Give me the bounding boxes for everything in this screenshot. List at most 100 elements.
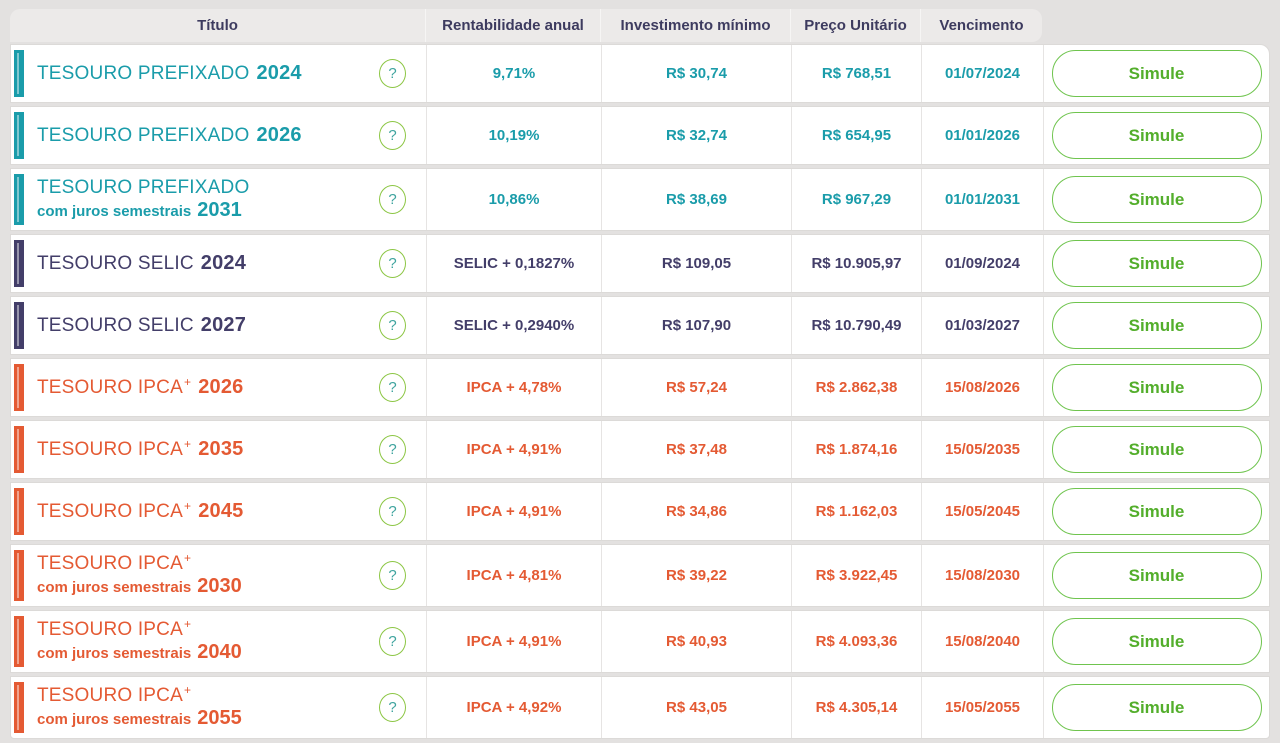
- bond-name: TESOURO PREFIXADO: [37, 124, 250, 146]
- simule-button[interactable]: Simule: [1051, 426, 1262, 473]
- maturity-date: 01/07/2024: [921, 45, 1043, 102]
- bond-title: TESOURO PREFIXADO 2024: [37, 62, 379, 86]
- help-icon[interactable]: ?: [379, 249, 406, 278]
- bond-title: TESOURO IPCA+ com juros semestrais 2055: [37, 682, 379, 731]
- bond-year: 2024: [256, 61, 302, 84]
- help-icon[interactable]: ?: [379, 185, 406, 214]
- simule-button[interactable]: Simule: [1051, 50, 1262, 97]
- help-icon[interactable]: ?: [379, 693, 406, 722]
- bond-title: TESOURO IPCA+ com juros semestrais 2040: [37, 616, 379, 665]
- maturity-date: 15/05/2055: [921, 677, 1043, 738]
- bond-name: TESOURO IPCA: [37, 500, 183, 522]
- maturity-date: 15/05/2035: [921, 421, 1043, 478]
- simule-button[interactable]: Simule: [1051, 552, 1262, 599]
- help-icon[interactable]: ?: [379, 435, 406, 464]
- maturity-date: 15/08/2030: [921, 545, 1043, 606]
- table-row: TESOURO SELIC 2027 ? SELIC + 0,2940% R$ 1…: [10, 296, 1270, 355]
- min-investment-value: R$ 32,74: [601, 107, 791, 164]
- column-header-titulo: Título: [197, 17, 238, 34]
- bond-table: Título Rentabilidade anual Investimento …: [10, 9, 1270, 739]
- bond-year: 2026: [256, 123, 302, 146]
- column-header-preco: Preço Unitário: [790, 9, 920, 42]
- min-investment-value: R$ 109,05: [601, 235, 791, 292]
- simule-button[interactable]: Simule: [1051, 618, 1262, 665]
- min-investment-value: R$ 34,86: [601, 483, 791, 540]
- bond-name: TESOURO SELIC: [37, 252, 194, 274]
- unit-price-value: R$ 10.905,97: [791, 235, 921, 292]
- bond-title: TESOURO IPCA+ 2045: [37, 498, 379, 524]
- bond-year: 2035: [198, 437, 244, 460]
- bond-plus-superscript: +: [183, 616, 192, 631]
- bond-title-cell: TESOURO SELIC 2027 ?: [11, 297, 426, 354]
- min-investment-value: R$ 38,69: [601, 169, 791, 230]
- unit-price-value: R$ 768,51: [791, 45, 921, 102]
- simule-button[interactable]: Simule: [1051, 240, 1262, 287]
- bond-year: 2027: [200, 313, 247, 336]
- simule-cell: Simule: [1043, 169, 1269, 230]
- help-icon[interactable]: ?: [379, 627, 406, 656]
- annual-rate-value: IPCA + 4,92%: [426, 677, 601, 738]
- simule-button[interactable]: Simule: [1051, 112, 1262, 159]
- annual-rate-value: IPCA + 4,91%: [426, 421, 601, 478]
- annual-rate-value: IPCA + 4,91%: [426, 483, 601, 540]
- bond-subtitle: com juros semestrais: [37, 711, 192, 729]
- min-investment-value: R$ 40,93: [601, 611, 791, 672]
- simule-button[interactable]: Simule: [1051, 684, 1262, 731]
- help-icon[interactable]: ?: [379, 121, 406, 150]
- simule-cell: Simule: [1043, 545, 1269, 606]
- bond-title-cell: TESOURO SELIC 2024 ?: [11, 235, 426, 292]
- annual-rate-value: IPCA + 4,78%: [426, 359, 601, 416]
- maturity-date: 01/01/2031: [921, 169, 1043, 230]
- simule-button[interactable]: Simule: [1051, 176, 1262, 223]
- bond-color-bar: [14, 112, 24, 159]
- bond-color-bar: [14, 550, 24, 601]
- simule-cell: Simule: [1043, 297, 1269, 354]
- bond-title: TESOURO IPCA+ 2026: [37, 374, 379, 400]
- simule-button[interactable]: Simule: [1051, 302, 1262, 349]
- bond-title: TESOURO IPCA+ com juros semestrais 2030: [37, 551, 379, 599]
- bond-title: TESOURO PREFIXADO com juros semestrais 20…: [37, 177, 379, 223]
- bond-name: TESOURO IPCA: [37, 438, 183, 460]
- simule-button[interactable]: Simule: [1051, 488, 1262, 535]
- bond-color-bar: [14, 302, 24, 349]
- bond-title: TESOURO IPCA+ 2035: [37, 437, 379, 462]
- help-icon[interactable]: ?: [379, 311, 406, 340]
- annual-rate-value: 10,86%: [426, 169, 601, 230]
- help-icon[interactable]: ?: [379, 561, 406, 590]
- bond-name: TESOURO PREFIXADO: [37, 176, 250, 198]
- bond-plus-superscript: +: [183, 374, 192, 389]
- simule-cell: Simule: [1043, 421, 1269, 478]
- unit-price-value: R$ 4.305,14: [791, 677, 921, 738]
- maturity-date: 01/01/2026: [921, 107, 1043, 164]
- bond-plus-superscript: +: [183, 682, 192, 697]
- annual-rate-value: 10,19%: [426, 107, 601, 164]
- min-investment-value: R$ 43,05: [601, 677, 791, 738]
- annual-rate-value: IPCA + 4,81%: [426, 545, 601, 606]
- table-row: TESOURO IPCA+ 2035 ? IPCA + 4,91% R$ 37,4…: [10, 420, 1270, 479]
- bond-title-cell: TESOURO IPCA+ 2035 ?: [11, 421, 426, 478]
- simule-button[interactable]: Simule: [1051, 364, 1262, 411]
- bond-name: TESOURO IPCA: [37, 376, 183, 398]
- maturity-date: 15/08/2026: [921, 359, 1043, 416]
- table-row: TESOURO PREFIXADO 2024 ? 9,71% R$ 30,74 R…: [10, 44, 1270, 103]
- bond-title: TESOURO SELIC 2024: [37, 252, 379, 276]
- bond-plus-superscript: +: [183, 498, 192, 513]
- bond-color-bar: [14, 50, 24, 97]
- help-icon[interactable]: ?: [379, 497, 406, 526]
- help-icon[interactable]: ?: [379, 59, 406, 88]
- maturity-date: 01/03/2027: [921, 297, 1043, 354]
- bond-title-cell: TESOURO PREFIXADO 2026 ?: [11, 107, 426, 164]
- min-investment-value: R$ 107,90: [601, 297, 791, 354]
- maturity-date: 15/05/2045: [921, 483, 1043, 540]
- bond-title-cell: TESOURO IPCA+ 2026 ?: [11, 359, 426, 416]
- table-body: TESOURO PREFIXADO 2024 ? 9,71% R$ 30,74 R…: [10, 44, 1270, 739]
- simule-cell: Simule: [1043, 483, 1269, 540]
- unit-price-value: R$ 1.874,16: [791, 421, 921, 478]
- bond-color-bar: [14, 616, 24, 667]
- table-header: Título Rentabilidade anual Investimento …: [10, 9, 1042, 42]
- bond-subtitle: com juros semestrais: [37, 579, 192, 597]
- bond-title-cell: TESOURO PREFIXADO com juros semestrais 20…: [11, 169, 426, 230]
- help-icon[interactable]: ?: [379, 373, 406, 402]
- table-row: TESOURO SELIC 2024 ? SELIC + 0,1827% R$ 1…: [10, 234, 1270, 293]
- bond-title-cell: TESOURO IPCA+ 2045 ?: [11, 483, 426, 540]
